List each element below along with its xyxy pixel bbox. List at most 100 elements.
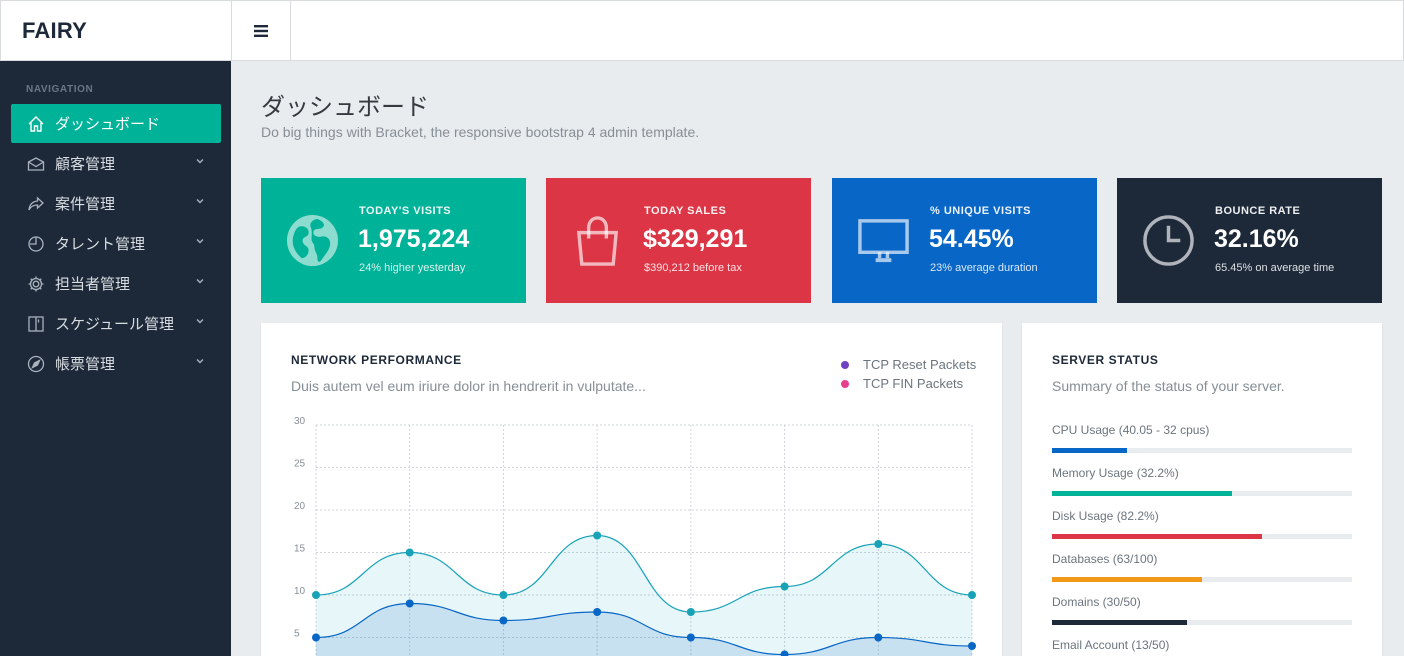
sidebar: NAVIGATION ダッシュボード 顧客管理 案件管理 タレント管理 担当者管… bbox=[0, 61, 231, 656]
chevron-down-icon bbox=[196, 199, 204, 204]
monitor-icon bbox=[858, 219, 909, 263]
data-point bbox=[874, 540, 883, 548]
top-header bbox=[231, 0, 1404, 61]
y-tick-label: 30 bbox=[294, 416, 306, 427]
server-status-label: Memory Usage (32.2%) bbox=[1052, 466, 1179, 480]
sidebar-item-label: 案件管理 bbox=[55, 196, 116, 213]
card-subtitle: Summary of the status of your server. bbox=[1052, 378, 1285, 394]
server-status-label: Disk Usage (82.2%) bbox=[1052, 509, 1159, 523]
chevron-down-icon bbox=[196, 239, 204, 244]
stat-subtext: $390,212 before tax bbox=[644, 262, 742, 274]
stat-value: 32.16% bbox=[1214, 225, 1299, 253]
brand-logo[interactable]: FAIRY bbox=[0, 0, 231, 61]
brand-name: FAIRY bbox=[22, 17, 87, 43]
data-point bbox=[686, 633, 695, 642]
data-point bbox=[312, 591, 320, 599]
sidebar-item-label: 帳票管理 bbox=[55, 356, 116, 373]
data-point bbox=[780, 582, 789, 591]
stat-title: TODAY'S VISITS bbox=[359, 205, 452, 217]
data-point bbox=[968, 591, 976, 599]
progress-fill bbox=[1052, 491, 1232, 496]
server-status-row: Memory Usage (32.2%) bbox=[1052, 466, 1352, 496]
sidebar-item-schedule[interactable]: スケジュール管理 bbox=[11, 304, 221, 343]
progress-bar bbox=[1052, 534, 1352, 539]
y-tick-label: 25 bbox=[294, 459, 306, 470]
card-title: SERVER STATUS bbox=[1052, 353, 1159, 367]
globe-icon bbox=[286, 214, 339, 267]
nav-section-label: NAVIGATION bbox=[26, 84, 94, 95]
page-title: ダッシュボード bbox=[261, 94, 429, 121]
sidebar-item-label: ダッシュボード bbox=[55, 116, 161, 133]
progress-fill bbox=[1052, 448, 1127, 453]
stat-card-unique-visits: % UNIQUE VISITS 54.45% 23% average durat… bbox=[832, 178, 1097, 303]
stat-value: $329,291 bbox=[643, 225, 748, 253]
progress-fill bbox=[1052, 620, 1187, 625]
shopping-bag-icon bbox=[576, 216, 619, 266]
chevron-down-icon bbox=[196, 159, 204, 164]
data-point bbox=[499, 616, 508, 625]
server-status-row: Email Account (13/50) bbox=[1052, 638, 1352, 656]
stat-card-sales: TODAY SALES $329,291 $390,212 before tax bbox=[546, 178, 811, 303]
data-point bbox=[593, 608, 602, 616]
progress-bar bbox=[1052, 620, 1352, 625]
sidebar-item-talent[interactable]: タレント管理 bbox=[11, 224, 221, 263]
stat-card-bounce-rate: BOUNCE RATE 32.16% 65.45% on average tim… bbox=[1117, 178, 1382, 303]
sidebar-item-customers[interactable]: 顧客管理 bbox=[11, 144, 221, 183]
progress-bar bbox=[1052, 448, 1352, 453]
page-subtitle: Do big things with Bracket, the responsi… bbox=[261, 124, 700, 140]
sidebar-item-reports[interactable]: 帳票管理 bbox=[11, 344, 221, 383]
book-icon bbox=[26, 314, 45, 333]
y-tick-label: 15 bbox=[294, 544, 306, 555]
y-tick-label: 10 bbox=[294, 586, 306, 597]
server-status-label: CPU Usage (40.05 - 32 cpus) bbox=[1052, 423, 1210, 437]
data-point bbox=[312, 633, 320, 642]
envelope-icon bbox=[26, 154, 45, 173]
data-point bbox=[968, 642, 976, 650]
data-point bbox=[405, 599, 414, 608]
stat-subtext: 65.45% on average time bbox=[1215, 262, 1335, 274]
server-status-label: Domains (30/50) bbox=[1052, 595, 1141, 609]
sidebar-item-staff[interactable]: 担当者管理 bbox=[11, 264, 221, 303]
stat-title: % UNIQUE VISITS bbox=[930, 205, 1032, 217]
stat-title: TODAY SALES bbox=[644, 205, 727, 217]
server-status-label: Email Account (13/50) bbox=[1052, 638, 1170, 652]
stat-subtext: 23% average duration bbox=[930, 262, 1038, 274]
clock-icon bbox=[1143, 215, 1194, 266]
chevron-down-icon bbox=[196, 359, 204, 364]
clock-pie-icon bbox=[26, 234, 45, 253]
sidebar-item-dashboard[interactable]: ダッシュボード bbox=[11, 104, 221, 143]
home-icon bbox=[26, 114, 45, 133]
server-status-label: Databases (63/100) bbox=[1052, 552, 1158, 566]
sidebar-item-label: 担当者管理 bbox=[55, 276, 131, 293]
y-tick-label: 5 bbox=[294, 629, 300, 640]
y-tick-label: 20 bbox=[294, 501, 306, 512]
stat-title: BOUNCE RATE bbox=[1215, 205, 1301, 217]
menu-toggle-button[interactable] bbox=[232, 1, 291, 60]
progress-fill bbox=[1052, 534, 1262, 539]
server-status-row: CPU Usage (40.05 - 32 cpus) bbox=[1052, 423, 1352, 453]
hamburger-icon bbox=[254, 24, 268, 37]
network-performance-card: NETWORK PERFORMANCE Duis autem vel eum i… bbox=[261, 323, 1002, 656]
chevron-down-icon bbox=[196, 319, 204, 324]
progress-bar bbox=[1052, 577, 1352, 582]
chevron-down-icon bbox=[196, 279, 204, 284]
stat-value: 1,975,224 bbox=[358, 225, 470, 253]
data-point bbox=[593, 531, 602, 540]
progress-fill bbox=[1052, 577, 1202, 582]
sidebar-item-label: 顧客管理 bbox=[55, 156, 116, 173]
data-point bbox=[499, 591, 508, 599]
stat-value: 54.45% bbox=[929, 225, 1014, 253]
server-status-row: Domains (30/50) bbox=[1052, 595, 1352, 625]
sidebar-item-label: タレント管理 bbox=[55, 236, 146, 253]
server-status-row: Databases (63/100) bbox=[1052, 552, 1352, 582]
gear-icon bbox=[26, 274, 45, 293]
data-point bbox=[405, 548, 414, 557]
share-icon bbox=[26, 194, 45, 213]
progress-bar bbox=[1052, 491, 1352, 496]
stat-card-visits: TODAY'S VISITS 1,975,224 24% higher yest… bbox=[261, 178, 526, 303]
data-point bbox=[874, 633, 883, 642]
sidebar-item-projects[interactable]: 案件管理 bbox=[11, 184, 221, 223]
sidebar-item-label: スケジュール管理 bbox=[55, 316, 174, 333]
server-status-card: SERVER STATUS Summary of the status of y… bbox=[1022, 323, 1382, 656]
network-chart: 30 25 20 15 10 5 bbox=[294, 416, 976, 656]
